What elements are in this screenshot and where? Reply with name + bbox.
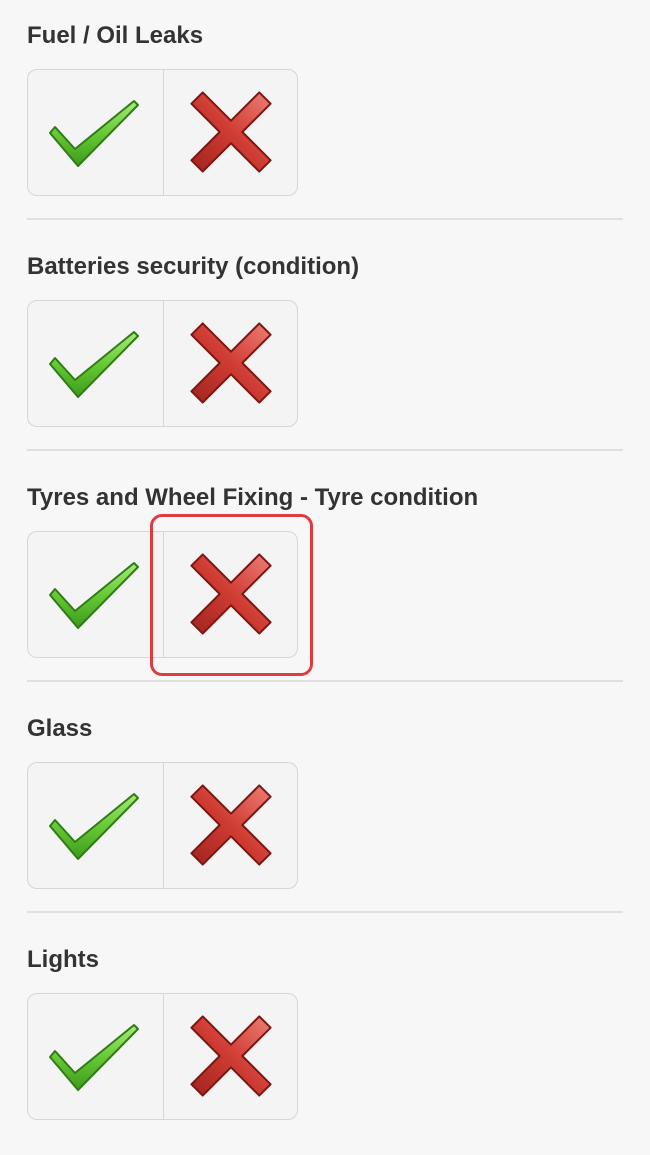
item-title: Batteries security (condition)	[27, 253, 360, 280]
item-title: Tyres and Wheel Fixing - Tyre condition	[27, 484, 479, 511]
pass-fail-toggle	[27, 69, 298, 196]
fail-button[interactable]	[163, 994, 297, 1119]
cross-mark-icon	[190, 784, 272, 866]
pass-fail-toggle	[27, 762, 298, 889]
fail-button[interactable]	[163, 70, 297, 195]
checklist-item: Fuel / Oil Leaks	[0, 0, 650, 231]
check-mark-icon	[49, 100, 139, 167]
pass-fail-toggle	[27, 300, 298, 427]
check-mark-icon	[49, 562, 139, 629]
pass-button[interactable]	[28, 994, 163, 1119]
section-divider	[27, 680, 623, 682]
fail-button[interactable]	[163, 301, 297, 426]
section-divider	[27, 911, 623, 913]
pass-button[interactable]	[28, 532, 163, 657]
fail-button[interactable]	[163, 763, 297, 888]
checklist-item: Lights	[0, 924, 650, 1155]
cross-mark-icon	[190, 91, 272, 173]
cross-mark-icon	[190, 322, 272, 404]
item-title: Lights	[27, 946, 99, 973]
checklist-item: Batteries security (condition)	[0, 231, 650, 462]
checklist: Fuel / Oil Leaks Batteries security (con…	[0, 0, 650, 1140]
section-divider	[27, 449, 623, 451]
checklist-item: Glass	[0, 693, 650, 924]
pass-button[interactable]	[28, 763, 163, 888]
item-title: Glass	[27, 715, 93, 742]
check-mark-icon	[49, 793, 139, 860]
pass-fail-toggle	[27, 993, 298, 1120]
checklist-item: Tyres and Wheel Fixing - Tyre condition	[0, 462, 650, 693]
fail-button[interactable]	[163, 532, 297, 657]
check-mark-icon	[49, 1024, 139, 1091]
check-mark-icon	[49, 331, 139, 398]
section-divider	[27, 218, 623, 220]
pass-fail-toggle	[27, 531, 298, 658]
pass-button[interactable]	[28, 301, 163, 426]
item-title: Fuel / Oil Leaks	[27, 22, 204, 49]
cross-mark-icon	[190, 1015, 272, 1097]
cross-mark-icon	[190, 553, 272, 635]
pass-button[interactable]	[28, 70, 163, 195]
